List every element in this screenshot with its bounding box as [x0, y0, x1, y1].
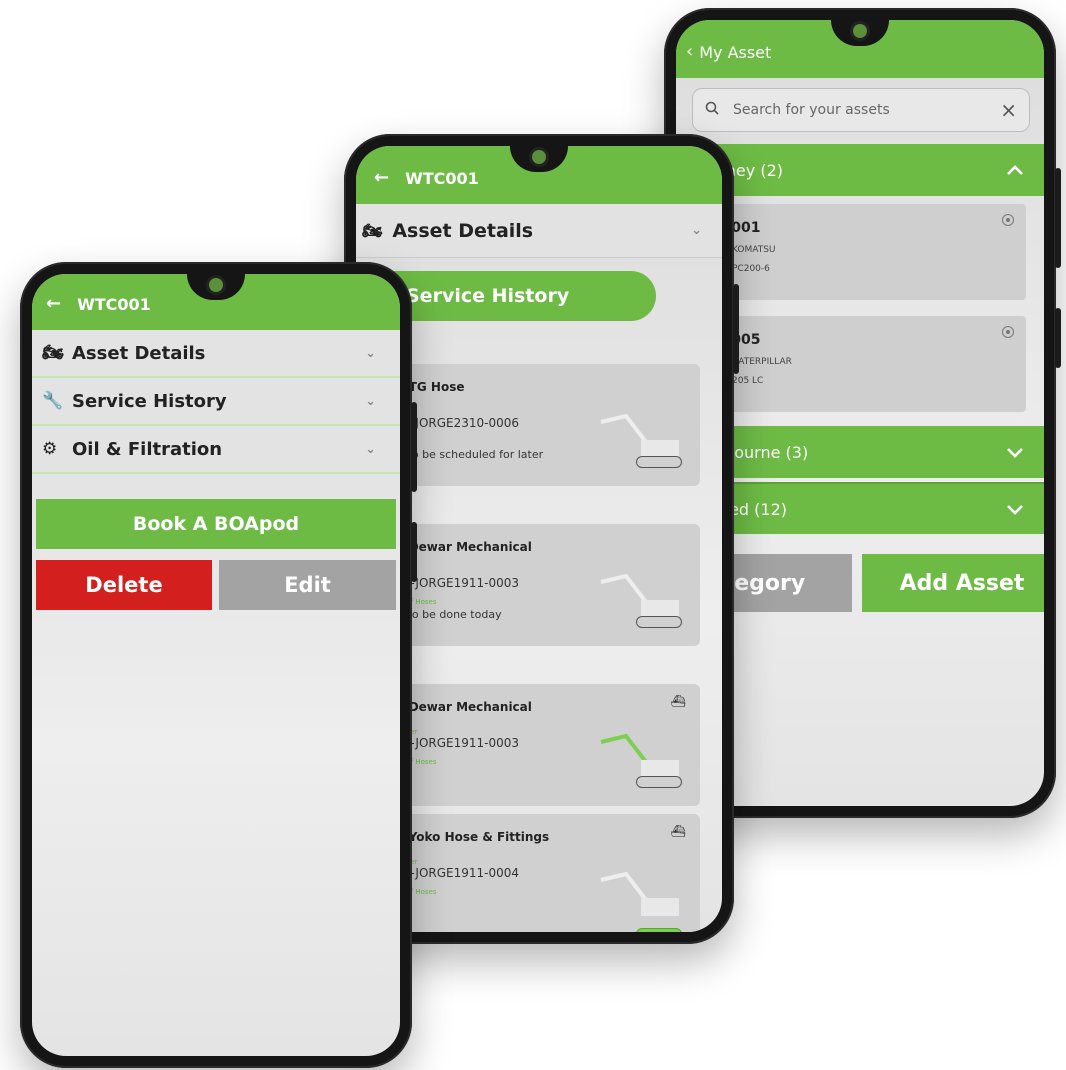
section-asset-details[interactable]: 🏍 Asset Details ⌄	[32, 330, 400, 378]
delete-button[interactable]: Delete	[36, 560, 212, 610]
asset-make-row: KOMATSU	[696, 245, 1026, 255]
asset-id: WTC005	[696, 332, 1026, 348]
side-button	[1055, 168, 1061, 268]
chevron-down-icon: ⌄	[691, 223, 702, 238]
select-radio-icon[interactable]	[1002, 326, 1014, 338]
back-arrow-icon[interactable]: ←	[374, 167, 389, 188]
status-pill	[636, 616, 682, 628]
asset-model: PC200-6	[732, 264, 770, 274]
search-icon	[705, 101, 719, 119]
back-arrow-icon[interactable]: ←	[46, 293, 61, 314]
phone-asset-overview: ← WTC001 🏍 Asset Details ⌄ 🔧 Service His…	[20, 262, 417, 1068]
group-label: Sydney (2)	[696, 160, 783, 180]
section-label: Asset Details	[72, 342, 206, 364]
search-placeholder: Search for your assets	[733, 102, 890, 118]
section-oil-filtration[interactable]: ⚙ Oil & Filtration ⌄	[32, 426, 400, 474]
close-icon[interactable]: ×	[1000, 98, 1017, 122]
chevron-down-icon: ⌄	[365, 345, 376, 361]
search-input[interactable]: Search for your assets ×	[692, 88, 1030, 132]
side-button	[1055, 308, 1061, 368]
chevron-down-icon: ⌄	[365, 393, 376, 409]
add-asset-button[interactable]: Add Asset	[862, 554, 1044, 612]
motorbike-icon: 🏍	[362, 221, 383, 240]
section-asset-details[interactable]: 🏍 Asset Details ⌄	[356, 204, 722, 258]
provider-name: Dewar Mechanical	[408, 700, 532, 714]
page-title: WTC001	[405, 169, 479, 188]
page-title: WTC001	[77, 295, 151, 314]
asset-model-row: 205 LC	[696, 375, 1026, 387]
provider-name: Yoko Hose & Fittings	[408, 830, 550, 844]
boat-icon: ⛴	[670, 824, 686, 838]
entry-title: 👤Dewar Mechanical	[376, 698, 700, 716]
section-label: Asset Details	[392, 219, 534, 242]
page-title: My Asset	[699, 43, 772, 62]
section-label: Service History	[72, 390, 227, 412]
chevron-down-icon	[1006, 499, 1024, 520]
back-icon[interactable]: ‹	[686, 41, 693, 62]
group-label: Melbourne (3)	[696, 442, 809, 462]
field-label: Job Number	[376, 858, 700, 866]
excavator-icon	[600, 871, 679, 916]
entry-title: 👤Dewar Mechanical	[376, 538, 700, 556]
section-label: Service History	[406, 285, 570, 307]
chevron-down-icon: ⌄	[365, 441, 376, 457]
chevron-up-icon	[1006, 160, 1024, 181]
book-boapod-button[interactable]: Book A BOApod	[36, 499, 396, 549]
group-label: signed (12)	[696, 499, 788, 519]
section-label: Oil & Filtration	[72, 438, 223, 460]
asset-make-row: CATERPILLAR	[696, 357, 1026, 367]
side-button	[411, 402, 417, 492]
side-button	[733, 284, 739, 374]
edit-button[interactable]: Edit	[219, 560, 396, 610]
status-pill	[636, 928, 682, 932]
boat-icon: ⛴	[670, 694, 686, 708]
section-list: 🏍 Asset Details ⌄ 🔧 Service History ⌄ ⚙ …	[32, 330, 400, 474]
provider-name: Dewar Mechanical	[408, 540, 532, 554]
wrench-icon: 🔧	[42, 391, 64, 411]
provider-name: TG Hose	[408, 380, 465, 394]
side-button	[411, 522, 417, 582]
entry-title: 👤Yoko Hose & Fittings	[376, 828, 700, 846]
asset-model: 205 LC	[732, 376, 764, 386]
asset-id: WTC001	[696, 220, 1026, 236]
entry-title: 👤TG Hose	[376, 378, 700, 396]
motorbike-icon: 🏍	[42, 343, 64, 363]
select-radio-icon[interactable]	[1002, 214, 1014, 226]
asset-make: KOMATSU	[732, 245, 776, 255]
chevron-down-icon	[1006, 442, 1024, 463]
asset-make: CATERPILLAR	[732, 357, 792, 367]
gear-icon: ⚙	[42, 439, 58, 459]
section-service-history[interactable]: 🔧 Service History ⌄	[32, 378, 400, 426]
status-pill	[636, 456, 682, 468]
screen: ← WTC001 🏍 Asset Details ⌄ 🔧 Service His…	[32, 274, 400, 1056]
status-pill	[636, 776, 682, 788]
asset-model-row: PC200-6	[696, 263, 1026, 275]
